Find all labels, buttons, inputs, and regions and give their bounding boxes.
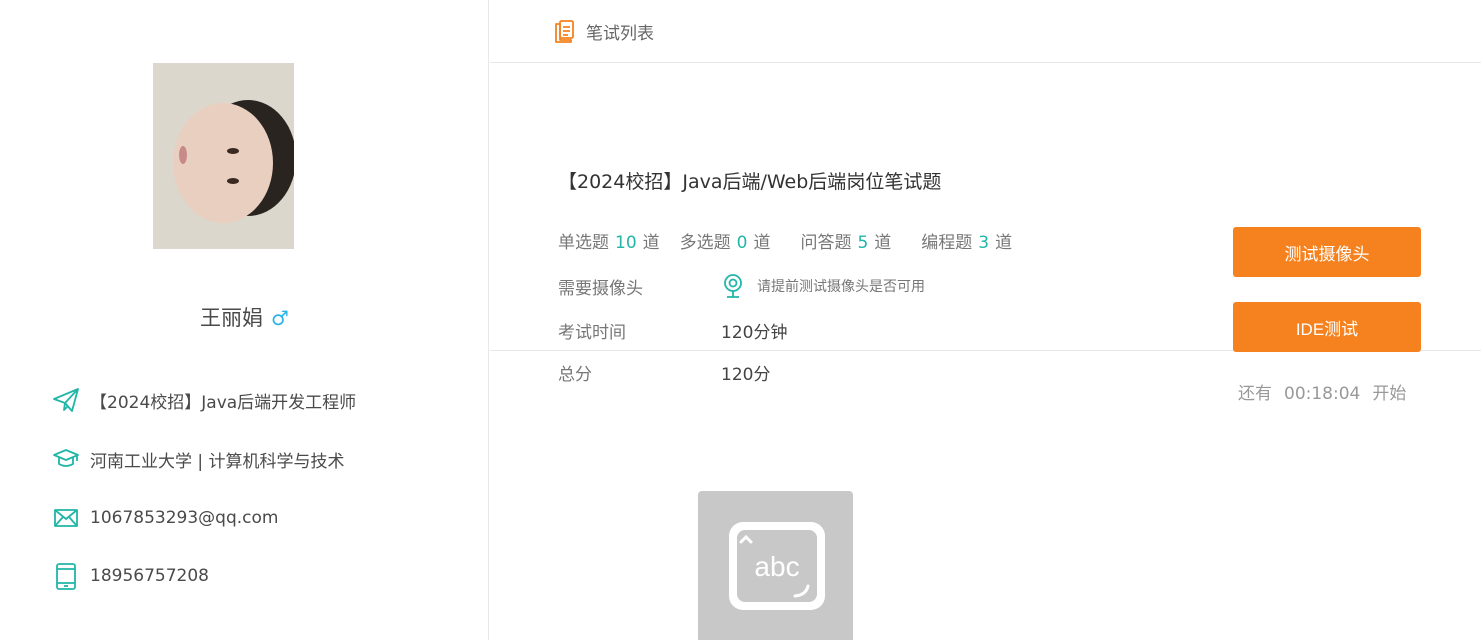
mobile-phone-icon [52, 562, 80, 590]
question-counts: 单选题 10 道 多选题 0 道 问答题 5 道 编程题 3 道 [558, 228, 1032, 253]
camera-label: 需要摄像头 [558, 278, 643, 299]
info-phone: 18956757208 [52, 562, 209, 590]
info-position: 【2024校招】Java后端开发工程师 [52, 386, 356, 414]
main-panel: 笔试列表 【2024校招】Java后端/Web后端岗位笔试题 单选题 10 道 多选… [490, 0, 1481, 640]
tab-exam-list-label: 笔试列表 [586, 23, 654, 44]
tab-exam-list[interactable]: 笔试列表 [490, 0, 1481, 63]
time-label: 考试时间 [558, 323, 626, 343]
countdown-time: 00:18:04 [1284, 384, 1361, 404]
score-row: 总分 120分 [558, 360, 770, 385]
candidate-photo [153, 63, 294, 249]
test-camera-button[interactable]: 测试摄像头 [1233, 227, 1421, 277]
count-single-choice: 单选题 10 道 [558, 233, 660, 253]
mail-icon [52, 504, 80, 532]
time-value: 120分钟 [721, 323, 788, 343]
time-row: 考试时间 120分钟 [558, 318, 787, 343]
exam-title: 【2024校招】Java后端/Web后端岗位笔试题 [558, 171, 942, 193]
keyboard-abc-icon: abc [698, 491, 853, 640]
countdown-prefix: 还有 [1238, 384, 1272, 404]
camera-row: 需要摄像头 请提前测试摄像头是否可用 [558, 273, 925, 299]
score-value: 120分 [721, 365, 771, 385]
gender-male-icon: ♂ [271, 306, 289, 330]
candidate-name: 王丽娟 [200, 306, 264, 330]
email-text: 1067853293@qq.com [90, 508, 279, 528]
svg-text:abc: abc [754, 551, 799, 582]
count-programming: 编程题 3 道 [921, 233, 1013, 253]
ide-test-button[interactable]: IDE测试 [1233, 302, 1421, 352]
countdown: 还有 00:18:04 开始 [1238, 379, 1418, 404]
document-list-icon [552, 19, 576, 43]
info-email: 1067853293@qq.com [52, 504, 278, 532]
education-text: 河南工业大学 | 计算机科学与技术 [90, 451, 345, 472]
paper-plane-icon [52, 386, 80, 414]
position-text: 【2024校招】Java后端开发工程师 [90, 392, 357, 413]
candidate-sidebar: 王丽娟 ♂ 【2024校招】Java后端开发工程师 河南工业大学 | 计算机科学与… [0, 0, 489, 640]
camera-hint: 请提前测试摄像头是否可用 [721, 273, 925, 299]
graduation-cap-icon [52, 445, 80, 473]
webcam-icon [724, 274, 742, 298]
score-label: 总分 [558, 365, 592, 385]
count-multiple-choice: 多选题 0 道 [679, 233, 771, 253]
phone-text: 18956757208 [90, 566, 209, 586]
exam-card: 【2024校招】Java后端/Web后端岗位笔试题 单选题 10 道 多选题 0 道 问… [490, 63, 1481, 404]
count-qa: 问答题 5 道 [800, 233, 892, 253]
info-education: 河南工业大学 | 计算机科学与技术 [52, 445, 345, 473]
countdown-suffix: 开始 [1372, 384, 1407, 404]
camera-hint-text: 请提前测试摄像头是否可用 [757, 279, 925, 295]
candidate-name-row: 王丽娟 ♂ [0, 302, 489, 332]
